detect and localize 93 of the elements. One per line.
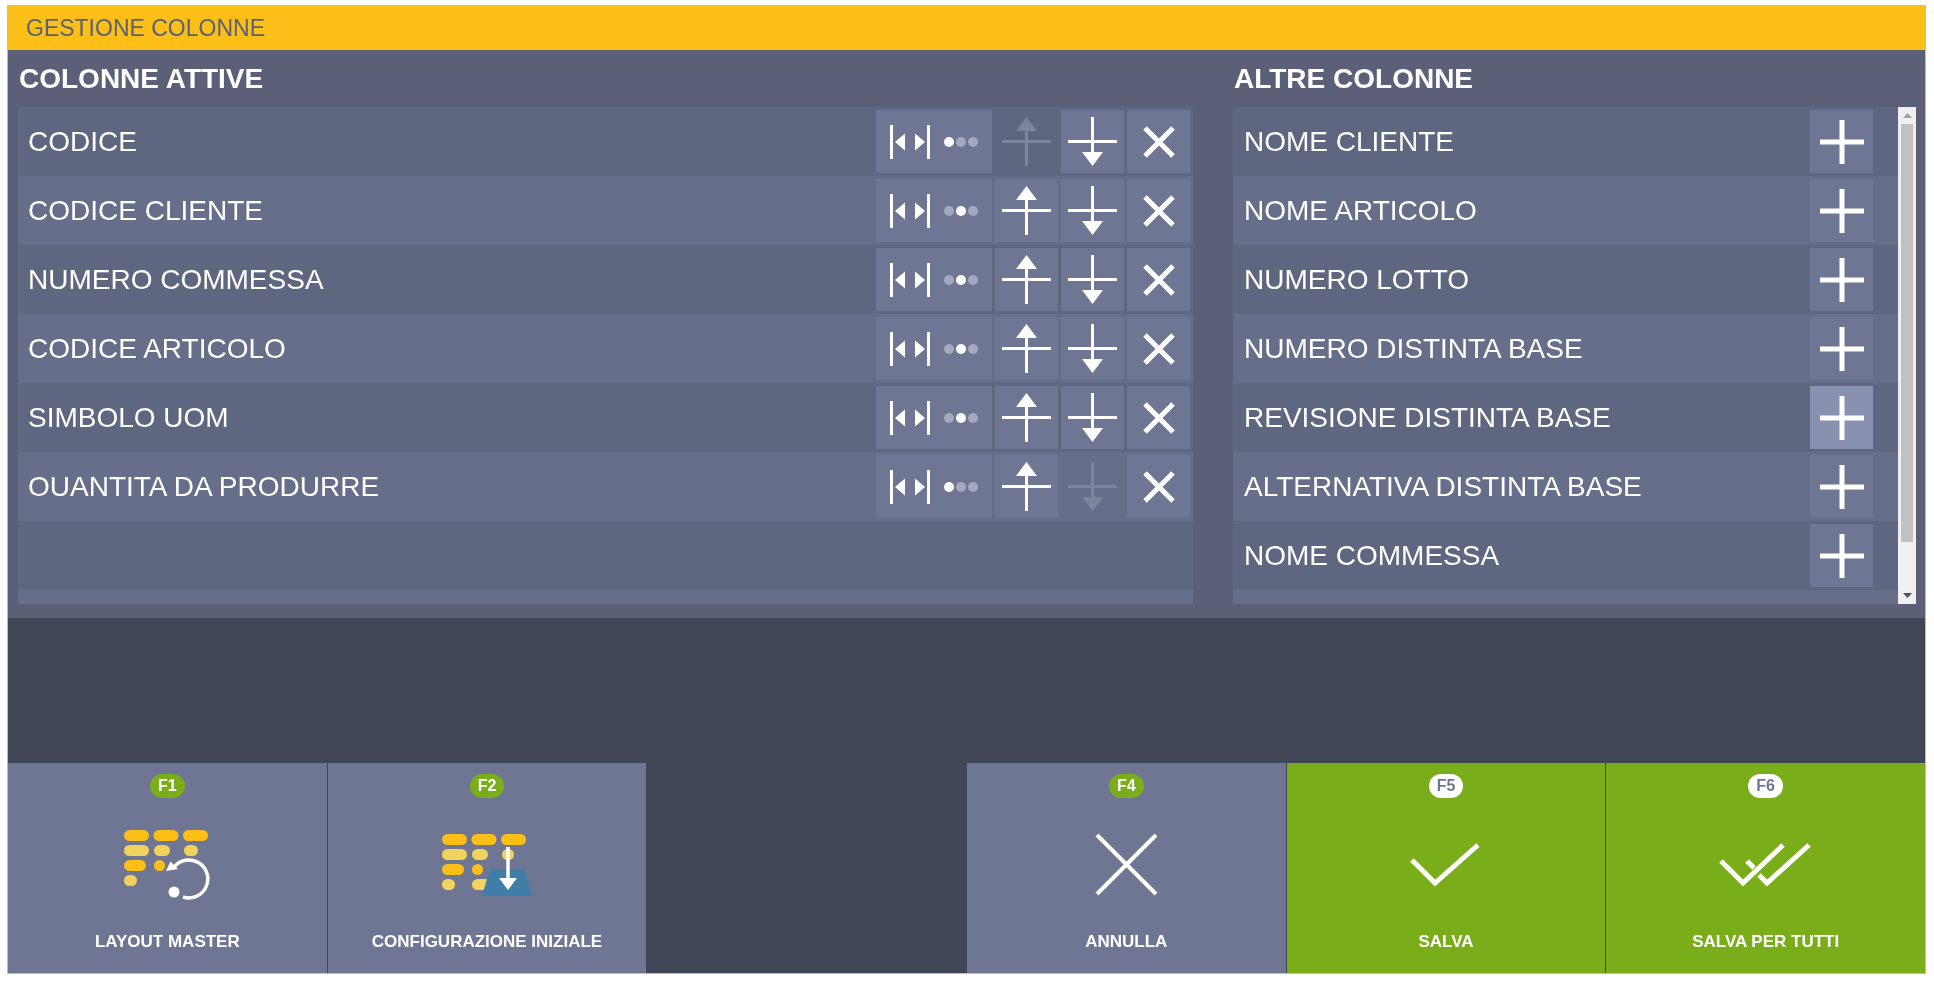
move-down-button[interactable]	[1061, 110, 1124, 173]
column-width-button[interactable]	[876, 110, 992, 173]
move-down-button[interactable]	[1061, 179, 1124, 242]
column-width-button[interactable]	[876, 179, 992, 242]
double-check-icon	[1719, 842, 1813, 887]
move-up-button[interactable]	[995, 386, 1058, 449]
plus-icon	[1819, 395, 1864, 440]
plus-icon	[1819, 533, 1864, 578]
move-up-button[interactable]	[995, 455, 1058, 518]
scrollbar[interactable]	[1898, 107, 1916, 604]
move-down-button[interactable]	[1061, 317, 1124, 380]
arrow-down-icon	[1068, 393, 1117, 442]
plus-icon	[1819, 464, 1864, 509]
arrow-up-icon	[1002, 117, 1051, 166]
column-name: NOME CLIENTE	[1244, 125, 1455, 158]
scroll-down-icon[interactable]	[1902, 593, 1912, 598]
add-button[interactable]	[1810, 179, 1873, 242]
grid-undo-icon	[124, 829, 211, 900]
close-icon	[1141, 400, 1176, 435]
toolbar-button[interactable]: F5 SALVA	[1286, 763, 1606, 973]
section-heading: COLONNE ATTIVE	[19, 62, 264, 95]
column-name: ALTERNATIVA DISTINTA BASE	[1244, 470, 1642, 503]
remove-button[interactable]	[1127, 455, 1190, 518]
grid-download-icon	[442, 833, 532, 896]
add-button[interactable]	[1810, 110, 1873, 173]
shortcut-key-badge: F6	[1748, 774, 1783, 798]
arrow-up-icon	[1002, 462, 1051, 511]
close-icon	[1141, 262, 1176, 297]
resize-icon	[890, 193, 930, 228]
shortcut-key-badge: F4	[1109, 774, 1144, 798]
column-name: NUMERO DISTINTA BASE	[1244, 332, 1583, 365]
remove-button[interactable]	[1127, 317, 1190, 380]
resize-icon	[890, 124, 930, 159]
close-icon	[1141, 193, 1176, 228]
resize-icon	[890, 262, 930, 297]
resize-icon	[890, 469, 930, 504]
column-width-button[interactable]	[876, 455, 992, 518]
column-name: CODICE CLIENTE	[28, 194, 263, 227]
toolbar-button[interactable]: F6 SALVA PER TUTTI	[1606, 763, 1925, 973]
arrow-down-icon	[1068, 255, 1117, 304]
shortcut-key-badge: F1	[150, 774, 185, 798]
plus-icon	[1819, 188, 1864, 233]
remove-button[interactable]	[1127, 386, 1190, 449]
move-up-button[interactable]	[995, 179, 1058, 242]
column-name: CODICE ARTICOLO	[28, 332, 286, 365]
arrow-down-icon	[1068, 117, 1117, 166]
resize-icon	[890, 331, 930, 366]
add-button[interactable]	[1810, 386, 1873, 449]
toolbar-button[interactable]: F4 ANNULLA	[967, 763, 1286, 973]
column-name: SIMBOLO UOM	[28, 401, 229, 434]
check-icon	[1410, 842, 1482, 887]
toolbar-button[interactable]: F2 CONFIGURAZIONE INIZIALE	[327, 763, 647, 973]
remove-button[interactable]	[1127, 248, 1190, 311]
scrollbar-thumb[interactable]	[1901, 124, 1913, 542]
column-width-button[interactable]	[876, 248, 992, 311]
move-down-button[interactable]	[1061, 386, 1124, 449]
arrow-up-icon	[1002, 255, 1051, 304]
column-name: CODICE	[28, 125, 137, 158]
column-width-button[interactable]	[876, 386, 992, 449]
arrow-up-icon	[1002, 324, 1051, 373]
close-icon	[1141, 331, 1176, 366]
move-up-button[interactable]	[995, 317, 1058, 380]
toolbar-button[interactable]: F1 LAYOUT MASTER	[8, 763, 327, 973]
add-button[interactable]	[1810, 248, 1873, 311]
shortcut-key-badge: F2	[469, 774, 505, 798]
column-name: NOME ARTICOLO	[1244, 194, 1477, 227]
plus-icon	[1819, 257, 1864, 302]
column-name: NOME COMMESSA	[1244, 539, 1500, 572]
plus-icon	[1819, 326, 1864, 371]
column-name: REVISIONE DISTINTA BASE	[1244, 401, 1611, 434]
plus-icon	[1819, 119, 1864, 164]
remove-button[interactable]	[1127, 179, 1190, 242]
window-title: GESTIONE COLONNE	[26, 14, 265, 42]
add-button[interactable]	[1810, 524, 1873, 587]
add-button[interactable]	[1810, 455, 1873, 518]
column-name: NUMERO COMMESSA	[28, 263, 324, 296]
move-down-button[interactable]	[1061, 248, 1124, 311]
move-up-button[interactable]	[995, 248, 1058, 311]
arrow-up-icon	[1002, 186, 1051, 235]
arrow-down-icon	[1068, 324, 1117, 373]
resize-icon	[890, 400, 930, 435]
close-icon	[1093, 832, 1159, 897]
close-icon	[1141, 469, 1176, 504]
column-name: OUANTITA DA PRODURRE	[28, 470, 380, 503]
arrow-up-icon	[1002, 393, 1051, 442]
column-name: NUMERO LOTTO	[1244, 263, 1470, 296]
close-icon	[1141, 124, 1176, 159]
shortcut-key-badge: F5	[1428, 774, 1464, 798]
arrow-down-icon	[1068, 186, 1117, 235]
section-heading: ALTRE COLONNE	[1234, 62, 1474, 95]
remove-button[interactable]	[1127, 110, 1190, 173]
column-width-button[interactable]	[876, 317, 992, 380]
add-button[interactable]	[1810, 317, 1873, 380]
